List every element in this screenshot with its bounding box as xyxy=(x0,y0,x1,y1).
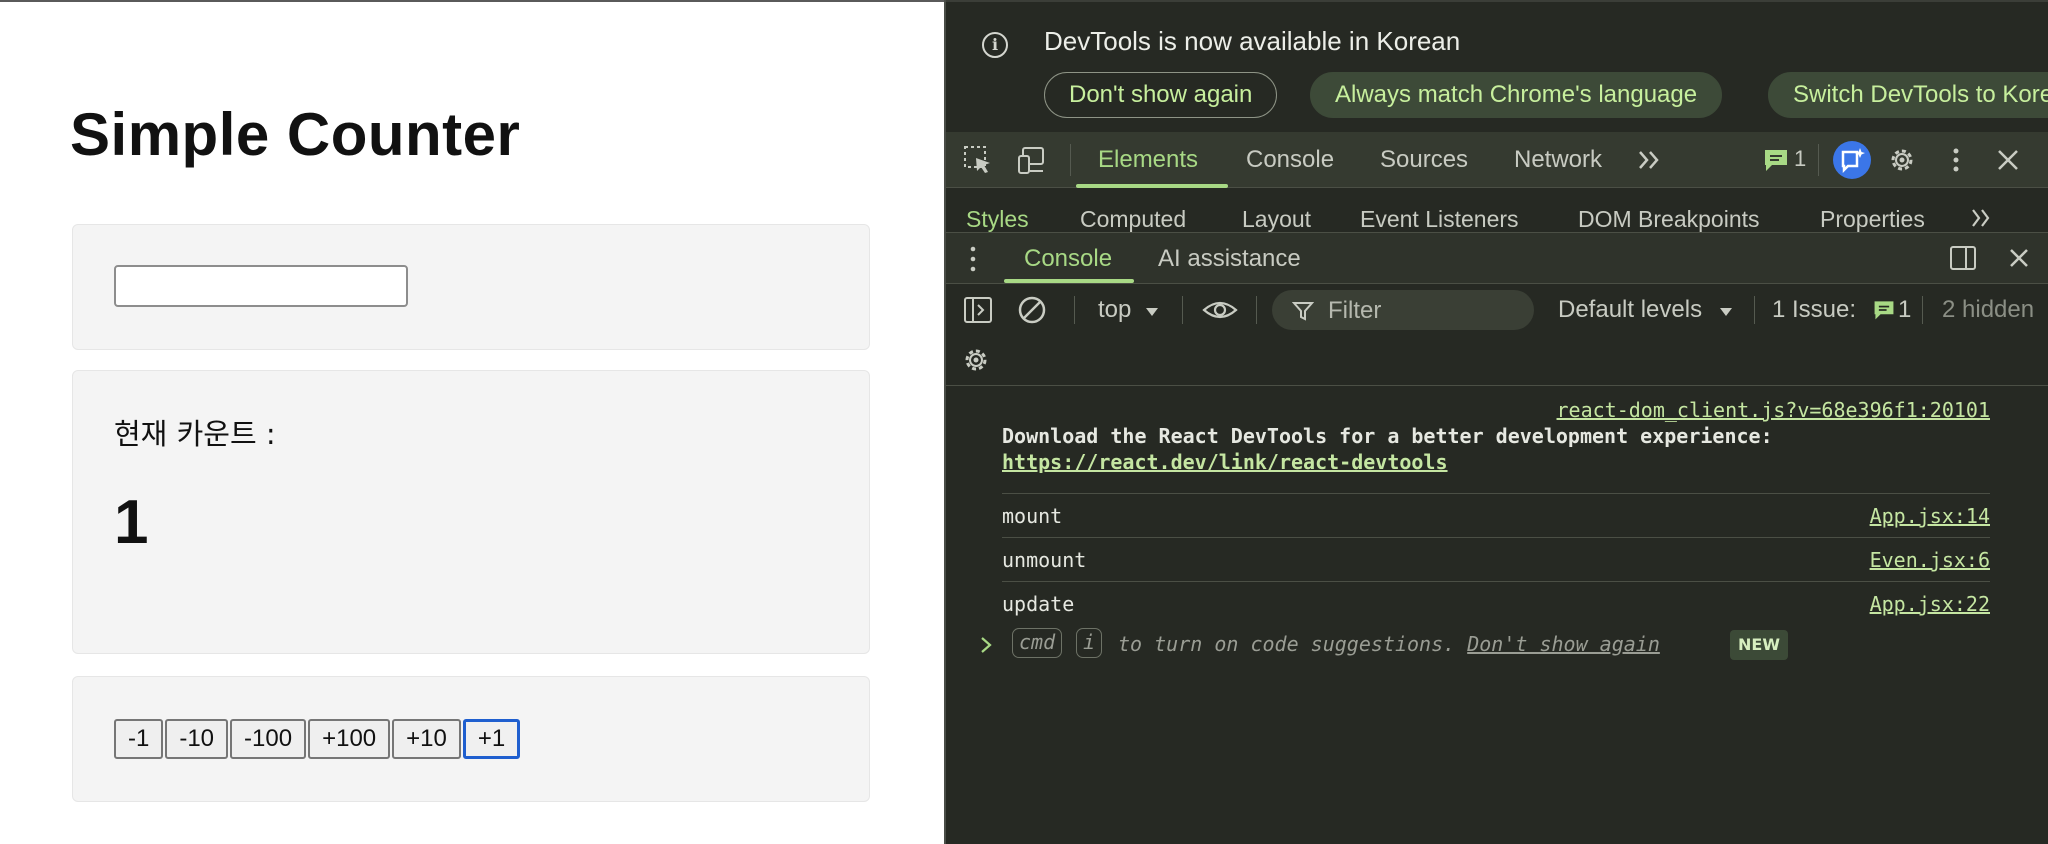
issues-count-console: 1 xyxy=(1898,296,1912,323)
react-devtools-link[interactable]: https://react.dev/link/react-devtools xyxy=(1002,450,1448,474)
dont-show-again-button[interactable]: Don't show again xyxy=(1044,72,1278,118)
plus-1-button[interactable]: +1 xyxy=(462,719,521,759)
console-output: react-dom_client.js?v=68e396f1:20101 Dow… xyxy=(946,386,2048,844)
more-panes-icon[interactable] xyxy=(1968,204,1996,232)
toolbar-separator xyxy=(1818,144,1819,176)
kebab-menu-icon[interactable] xyxy=(1940,144,1972,176)
console-settings-gear-icon[interactable] xyxy=(960,344,992,376)
tab-network[interactable]: Network xyxy=(1514,146,1602,174)
message-text: Download the React DevTools for a better… xyxy=(1002,424,1773,448)
device-toolbar-icon[interactable] xyxy=(1016,144,1048,176)
settings-gear-icon[interactable] xyxy=(1886,144,1918,176)
chevron-down-icon xyxy=(1720,308,1732,316)
ai-assistance-button[interactable] xyxy=(1833,141,1871,179)
button-row: -1 -10 -100 +100 +10 +1 xyxy=(114,719,521,759)
toolbar-separator xyxy=(1070,144,1071,176)
minus-100-button[interactable]: -100 xyxy=(230,719,307,759)
console-message: mount App.jsx:14 xyxy=(1002,494,1990,538)
filter-input[interactable]: Filter xyxy=(1272,290,1534,330)
plus-10-button[interactable]: +10 xyxy=(392,719,461,759)
minus-10-button[interactable]: -10 xyxy=(165,719,229,759)
issues-label[interactable]: 1 Issue: xyxy=(1772,296,1856,324)
console-toolbar: top Filter Default levels 1 Issue: 1 2 h… xyxy=(946,284,2048,336)
filter-placeholder: Filter xyxy=(1328,297,1382,324)
message-text: update xyxy=(1002,592,1075,616)
controller-section: -1 -10 -100 +100 +10 +1 xyxy=(72,676,870,802)
ai-chat-icon xyxy=(1841,148,1865,174)
styles-tabbar: Styles Computed Layout Event Listeners D… xyxy=(946,188,2048,232)
hint-text: to turn on code suggestions. xyxy=(1118,632,1456,656)
plus-100-button[interactable]: +100 xyxy=(308,719,391,759)
tab-layout[interactable]: Layout xyxy=(1242,206,1311,232)
issues-count: 1 xyxy=(1794,146,1807,171)
message-text: mount xyxy=(1002,504,1063,528)
message-source-link[interactable]: Even.jsx:6 xyxy=(1870,548,1990,572)
dont-show-again-link[interactable]: Don't show again xyxy=(1467,632,1660,656)
message-text: unmount xyxy=(1002,548,1087,572)
info-icon: i xyxy=(982,32,1008,58)
dock-side-icon[interactable] xyxy=(1948,243,1978,273)
console-message: react-dom_client.js?v=68e396f1:20101 Dow… xyxy=(1002,398,1990,494)
chevron-down-icon xyxy=(1146,308,1158,316)
devtools-panel: i DevTools is now available in Korean Do… xyxy=(944,0,2048,844)
hidden-count: 2 hidden xyxy=(1942,296,2035,323)
filter-funnel-icon xyxy=(1292,302,1314,321)
issues-icon xyxy=(1874,301,1894,320)
console-message: unmount Even.jsx:6 xyxy=(1002,538,1990,582)
prompt-chevron-icon xyxy=(981,637,992,653)
drawer-active-indicator xyxy=(1004,279,1134,283)
tab-styles[interactable]: Styles xyxy=(966,206,1029,232)
close-drawer-icon[interactable] xyxy=(2004,243,2034,273)
new-badge: NEW xyxy=(1730,630,1788,660)
cmd-key: cmd xyxy=(1012,628,1063,658)
minus-1-button[interactable]: -1 xyxy=(114,719,164,759)
console-prompt[interactable]: cmd i to turn on code suggestions. Don't… xyxy=(946,624,2048,664)
tab-sources[interactable]: Sources xyxy=(1380,146,1468,174)
toolbar-separator xyxy=(1182,296,1183,324)
input-section xyxy=(72,224,870,350)
tab-properties[interactable]: Properties xyxy=(1820,206,1925,232)
drawer-tab-console[interactable]: Console xyxy=(1024,245,1112,273)
code-suggestion-hint: to turn on code suggestions. Don't show … xyxy=(1118,632,1660,656)
always-match-language-button[interactable]: Always match Chrome's language xyxy=(1310,72,1723,118)
live-expression-eye-icon[interactable] xyxy=(1202,294,1238,326)
message-source-link[interactable]: App.jsx:14 xyxy=(1870,504,1990,528)
infobar-message: DevTools is now available in Korean xyxy=(1044,26,1461,56)
toolbar-separator xyxy=(1922,296,1923,324)
tab-computed[interactable]: Computed xyxy=(1080,206,1186,232)
sidebar-toggle-icon[interactable] xyxy=(962,294,994,326)
tab-event-listeners[interactable]: Event Listeners xyxy=(1360,206,1519,232)
toolbar-separator xyxy=(1074,296,1075,324)
page-title: Simple Counter xyxy=(70,101,521,168)
toolbar-separator xyxy=(1754,296,1755,324)
i-key: i xyxy=(1076,628,1103,658)
count-section: 현재 카운트 : 1 xyxy=(72,370,870,654)
log-levels-dropdown[interactable]: Default levels xyxy=(1558,296,1702,324)
close-devtools-icon[interactable] xyxy=(1992,144,2024,176)
drawer-tab-ai-assistance[interactable]: AI assistance xyxy=(1158,245,1301,273)
count-label: 현재 카운트 : xyxy=(114,417,276,451)
app-page: Simple Counter 현재 카운트 : 1 -1 -10 -100 +1… xyxy=(0,0,944,844)
context-selector[interactable]: top xyxy=(1098,296,1131,324)
tab-console[interactable]: Console xyxy=(1246,146,1334,174)
clear-console-icon[interactable] xyxy=(1016,294,1048,326)
screen: Simple Counter 현재 카운트 : 1 -1 -10 -100 +1… xyxy=(0,0,2048,844)
message-source-link[interactable]: react-dom_client.js?v=68e396f1:20101 xyxy=(1557,398,1990,422)
more-tabs-icon[interactable] xyxy=(1634,144,1666,176)
tab-elements[interactable]: Elements xyxy=(1098,146,1198,174)
text-input[interactable] xyxy=(114,265,408,307)
count-value: 1 xyxy=(114,488,149,557)
switch-devtools-language-button[interactable]: Switch DevTools to Korean xyxy=(1768,72,2048,118)
toolbar-separator xyxy=(1256,296,1257,324)
tab-dom-breakpoints[interactable]: DOM Breakpoints xyxy=(1578,206,1760,232)
main-toolbar: Elements Console Sources Network 1 xyxy=(946,132,2048,188)
drawer-tabbar: Console AI assistance xyxy=(946,232,2048,284)
console-message: update App.jsx:22 xyxy=(1002,582,1990,624)
drawer-menu-icon[interactable] xyxy=(966,243,980,275)
console-settings-row xyxy=(946,336,2048,386)
message-source-link[interactable]: App.jsx:22 xyxy=(1870,592,1990,616)
language-infobar: i DevTools is now available in Korean Do… xyxy=(946,0,2048,132)
issues-icon[interactable] xyxy=(1762,146,1790,174)
inspect-element-icon[interactable] xyxy=(962,144,994,176)
